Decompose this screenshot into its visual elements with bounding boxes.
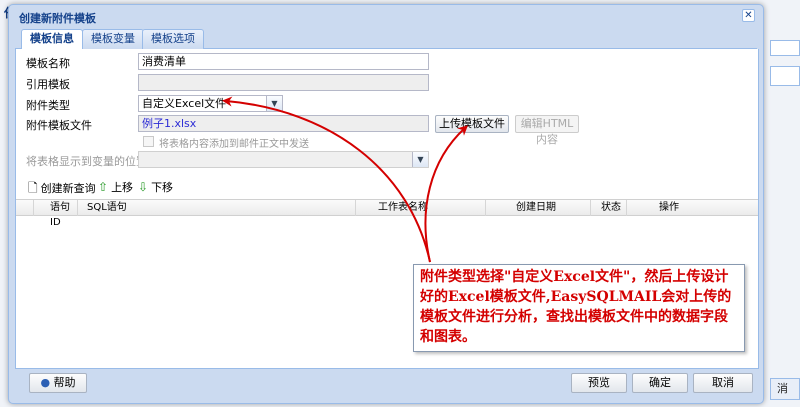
arrow-up-icon: ⇧ bbox=[98, 180, 109, 194]
template-name-label: 模板名称 bbox=[26, 57, 70, 70]
preview-button[interactable]: 预览 bbox=[571, 373, 627, 393]
add-to-body-checkbox[interactable] bbox=[143, 136, 154, 147]
query-toolbar: 🗋 创建新查询 ⇧ 上移 ⇩ 下移 bbox=[16, 176, 758, 196]
grid-column-status[interactable]: 状态 bbox=[591, 200, 627, 216]
cancel-button[interactable]: 取消 bbox=[693, 373, 753, 393]
grid-column-sql[interactable]: SQL语句 bbox=[78, 200, 356, 216]
new-query-label: 创建新查询 bbox=[40, 182, 96, 195]
annotation-callout: 附件类型选择"自定义Excel文件"，然后上传设计好的Excel模板文件,Eas… bbox=[413, 264, 745, 352]
help-button[interactable]: ● 帮助 bbox=[29, 373, 87, 393]
tab-strip: 模板信息 模板变量 模板选项 bbox=[15, 27, 757, 50]
chevron-down-icon[interactable]: ▼ bbox=[412, 152, 428, 167]
move-down-button[interactable]: ⇩ 下移 bbox=[138, 179, 173, 195]
tab-template-variables[interactable]: 模板变量 bbox=[82, 29, 144, 49]
tab-template-info[interactable]: 模板信息 bbox=[21, 29, 83, 50]
grid-column-action[interactable]: 操作 bbox=[627, 200, 758, 216]
attachment-template-file-input[interactable]: 例子1.xlsx bbox=[138, 115, 429, 132]
attachment-type-label: 附件类型 bbox=[26, 99, 70, 112]
dialog-footer: ● 帮助 预览 确定 取消 bbox=[15, 369, 759, 399]
grid-column-sheet-name[interactable]: 工作表名称 bbox=[356, 200, 486, 216]
add-to-body-label: 将表格内容添加到邮件正文中发送 bbox=[159, 139, 309, 150]
chevron-down-icon[interactable]: ▼ bbox=[266, 96, 282, 111]
reference-template-label: 引用模板 bbox=[26, 78, 70, 91]
grid-column-rownumber bbox=[16, 200, 34, 216]
new-query-button[interactable]: 🗋 创建新查询 bbox=[28, 179, 96, 200]
template-name-input[interactable]: 消费清单 bbox=[138, 53, 429, 70]
help-label: 帮助 bbox=[53, 376, 76, 389]
background-button: 消 bbox=[770, 378, 800, 400]
arrow-down-icon: ⇩ bbox=[138, 180, 149, 194]
edit-html-button[interactable]: 编辑HTML内容 bbox=[515, 115, 579, 146]
attachment-template-file-label: 附件模板文件 bbox=[26, 119, 92, 132]
reference-template-input[interactable] bbox=[138, 74, 429, 91]
help-icon: ● bbox=[40, 376, 51, 389]
background-field bbox=[770, 40, 800, 56]
grid-column-created-date[interactable]: 创建日期 bbox=[486, 200, 591, 216]
attachment-type-select[interactable]: 自定义Excel文件 ▼ bbox=[138, 95, 283, 112]
background-field-2 bbox=[770, 66, 800, 86]
dialog-header[interactable]: 创建新附件模板 ✕ bbox=[9, 5, 763, 25]
grid-column-statement-id[interactable]: 语句ID bbox=[34, 200, 78, 228]
upload-template-button[interactable]: 上传模板文件 bbox=[435, 115, 509, 133]
display-position-select[interactable]: ▼ bbox=[138, 151, 429, 168]
attachment-type-value: 自定义Excel文件 bbox=[142, 97, 227, 110]
document-icon: 🗋 bbox=[28, 181, 38, 195]
dialog-title: 创建新附件模板 bbox=[19, 12, 96, 25]
close-icon[interactable]: ✕ bbox=[742, 9, 755, 22]
move-up-label: 上移 bbox=[111, 181, 134, 194]
move-up-button[interactable]: ⇧ 上移 bbox=[98, 179, 133, 195]
move-down-label: 下移 bbox=[151, 181, 174, 194]
ok-button[interactable]: 确定 bbox=[632, 373, 688, 393]
query-grid-header: 语句ID SQL语句 工作表名称 创建日期 状态 操作 bbox=[16, 199, 758, 228]
tab-template-options[interactable]: 模板选项 bbox=[142, 29, 204, 49]
